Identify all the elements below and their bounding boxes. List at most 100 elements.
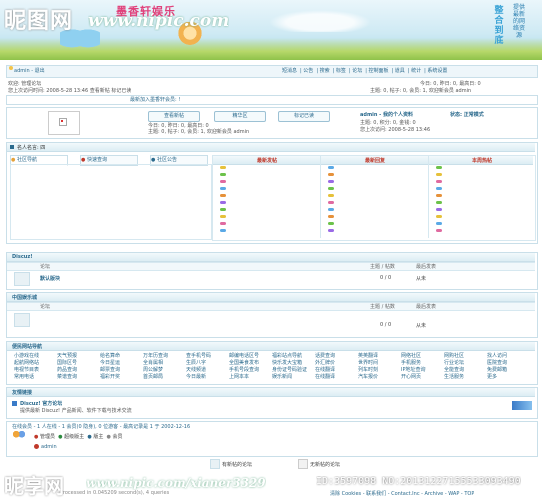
site-nav-link[interactable]: 手机服务 (401, 359, 444, 366)
site-nav-link[interactable]: 天线频道 (186, 366, 229, 373)
site-nav-link[interactable]: 邮票查询 (100, 366, 143, 373)
online-legend: ● 管理员 ● 超级版主 ● 版主 ● 会员 (34, 434, 123, 440)
site-nav-link[interactable]: 全能查询 (444, 366, 487, 373)
forum-link-default[interactable]: 默认版块 (40, 275, 60, 282)
tab-label: 快速查询 (86, 157, 107, 163)
list-item-bullet-icon (220, 180, 226, 183)
site-nav-link[interactable]: 今日星运 (100, 359, 143, 366)
site-nav-link[interactable]: 快乐发大宝箱 (272, 359, 315, 366)
site-title: 墨香轩娱乐 (116, 5, 176, 18)
friend-link-discuz[interactable]: Discuz! 官方论坛 (20, 400, 62, 407)
site-nav-link[interactable]: 开心网页 (401, 373, 444, 380)
announcement-text: 最新加入墨香轩会员: ! (130, 97, 181, 103)
nav-link-announcements[interactable]: 公告 (303, 68, 313, 74)
link-icon (12, 401, 17, 406)
site-nav-link[interactable]: IP地址查询 (401, 366, 444, 373)
site-nav-link[interactable]: 常用电话 (14, 373, 57, 380)
list-item-bullet-icon (436, 173, 442, 176)
site-nav-link[interactable]: 外汇牌价 (315, 359, 358, 366)
site-nav-link[interactable]: 药品查询 (57, 366, 100, 373)
site-nav-link[interactable]: 免费邮箱 (487, 366, 530, 373)
list-item-bullet-icon (328, 194, 334, 197)
site-nav-link[interactable]: 在线翻译 (315, 366, 358, 373)
th-forum: 论坛 (40, 304, 51, 310)
list-item-bullet-icon (436, 201, 442, 204)
site-nav-link[interactable]: 起航网络站 (14, 359, 57, 366)
site-nav-link[interactable]: 天气预报 (57, 352, 100, 359)
site-nav-link-row: 电视节目表 药品查询 邮票查询 周公解梦 天线频道 手机号段查询 身份证号码验证 在线翻译 列车… (14, 366, 536, 373)
site-nav-link[interactable]: 福彩站点导航 (272, 352, 315, 359)
site-nav-link[interactable]: 上网本本 (229, 373, 272, 380)
site-nav-link[interactable]: 国际区号 (57, 359, 100, 366)
forum-counts: 0 / 0 (380, 275, 392, 281)
nav-link-messages[interactable]: 短消息 (282, 68, 297, 74)
nav-link-settings[interactable]: 系统设置 (427, 68, 447, 74)
mark-read-button[interactable]: 标记已读 (278, 111, 330, 122)
forum-section-header (7, 253, 535, 262)
profile-stats-forum: 主题: 0, 帖子: 0, 会员: 1, 欢迎新会员 admin (148, 129, 250, 135)
nav-link-search[interactable]: 搜索 (320, 68, 330, 74)
site-nav-link[interactable]: 手机号段查询 (229, 366, 272, 373)
view-new-posts-button[interactable]: 查看新帖 (148, 111, 200, 122)
list-item-bullet-icon (328, 166, 334, 169)
site-nav-link[interactable]: 话费查询 (315, 352, 358, 359)
site-nav-link[interactable]: 汽车报价 (358, 373, 401, 380)
footer-links[interactable]: 清除 Cookies - 联系我们 - Contact.Inc - Archiv… (330, 490, 474, 497)
user-logout-link[interactable]: admin - 退出 (14, 67, 45, 74)
site-nav-link-row: 常用电话 菜谱查询 福彩开奖 首页邮局 今日最新 上网本本 娱乐新闻 在线翻译 汽车报价 开心网页… (14, 373, 536, 380)
site-nav-link[interactable]: 英英翻译 (358, 352, 401, 359)
latest-post-lists (216, 166, 532, 238)
site-nav-link[interactable]: 娱乐新闻 (272, 373, 315, 380)
site-nav-link[interactable]: 首页邮局 (143, 373, 186, 380)
list-item-bullet-icon (220, 201, 226, 204)
online-user-admin[interactable]: admin (41, 444, 57, 450)
avatar[interactable] (48, 111, 80, 135)
site-nav-links-header (7, 342, 535, 351)
nav-link-control-panel[interactable]: 控制面板 (368, 68, 388, 74)
site-nav-link[interactable]: 菜谱查询 (57, 373, 100, 380)
site-nav-link[interactable]: 生活服务 (444, 373, 487, 380)
discuz-logo-icon[interactable] (512, 401, 532, 410)
site-nav-link[interactable]: 邮编电话区号 (229, 352, 272, 359)
friend-links-title: 友情链接 (12, 390, 33, 396)
site-nav-link[interactable]: 小游戏在线 (14, 352, 57, 359)
site-nav-link[interactable]: 生辰八字 (186, 359, 229, 366)
nav-link-stats[interactable]: 统计 (411, 68, 421, 74)
site-nav-link[interactable]: 世界时间 (358, 359, 401, 366)
site-nav-link[interactable]: 万年历查询 (143, 352, 186, 359)
column-latest-replies: 最新回复 (364, 158, 385, 164)
site-nav-link[interactable]: 全肖属相 (143, 359, 186, 366)
th-last-post: 最后发表 (416, 304, 437, 310)
forum-section-title[interactable]: Discuz! (12, 254, 33, 260)
site-nav-link[interactable]: 行业论坛 (444, 359, 487, 366)
site-nav-link[interactable]: 网购社区 (444, 352, 487, 359)
site-nav-link[interactable]: 更多 (487, 373, 530, 380)
forum-status-icon (14, 272, 30, 286)
site-nav-link[interactable]: 列车时刻 (358, 366, 401, 373)
digest-button[interactable]: 精华区 (214, 111, 266, 122)
site-nav-link[interactable]: 全国美食发布 (229, 359, 272, 366)
watermark-bottom-logo: 昵享网 (4, 474, 64, 498)
watermark-bottom-id: ID:3597098 NO:20131227155533093490 (316, 476, 521, 487)
site-nav-link[interactable]: 今日最新 (186, 373, 229, 380)
site-nav-link[interactable]: 查手机号码 (186, 352, 229, 359)
site-nav-link[interactable]: 身份证号码验证 (272, 366, 315, 373)
list-item-bullet-icon (220, 187, 226, 190)
online-members-icon (12, 431, 26, 439)
site-nav-link[interactable]: 电视节目表 (14, 366, 57, 373)
nav-link-tags[interactable]: 标签 (336, 68, 346, 74)
nav-link-forum[interactable]: 论坛 (352, 68, 362, 74)
nav-link-items[interactable]: 道具 (395, 68, 405, 74)
forum-section-title[interactable]: 中国娱乐城 (12, 294, 37, 301)
site-nav-link[interactable]: 福彩开奖 (100, 373, 143, 380)
site-nav-link[interactable]: 找人访问 (487, 352, 530, 359)
slogan-sub: 提供最新的网络资源 (512, 4, 525, 39)
list-item-bullet-icon (328, 173, 334, 176)
profile-user-link[interactable]: admin - 我的个人资料 (360, 111, 413, 118)
site-nav-link[interactable]: 给名算命 (100, 352, 143, 359)
last-visit-text: 您上次访问时间: 2008-5-28 13:46 查看新帖 标记已读 (8, 88, 132, 94)
site-nav-link[interactable]: 在线翻译 (315, 373, 358, 380)
site-nav-link[interactable]: 周公解梦 (143, 366, 186, 373)
site-nav-link[interactable]: 医院查询 (487, 359, 530, 366)
site-nav-link[interactable]: 网络社区 (401, 352, 444, 359)
